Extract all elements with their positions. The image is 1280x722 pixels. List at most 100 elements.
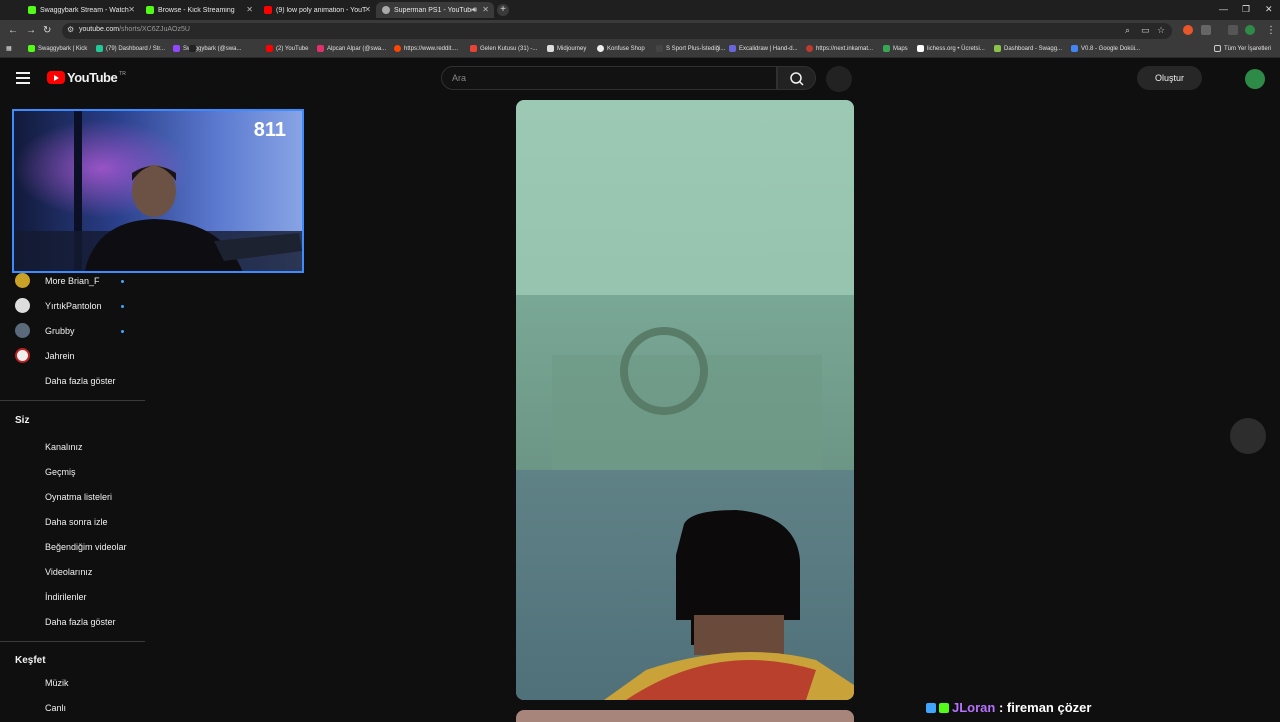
browser-tab[interactable]: Swaggybark Stream - Watch Live ✕ — [22, 2, 140, 18]
kick-icon — [28, 6, 36, 14]
browser-tab[interactable]: Browse - Kick Streaming ✕ — [140, 2, 258, 18]
tab-title: Swaggybark Stream - Watch Live — [40, 6, 130, 14]
bookmark[interactable]: https://next.inkamat... — [806, 45, 873, 52]
bookmark[interactable]: Midjourney — [547, 45, 586, 52]
sidebar-item-live[interactable]: Canlı — [45, 703, 66, 713]
search-button[interactable] — [777, 66, 816, 90]
search-input[interactable]: Ara — [441, 66, 777, 90]
sidebar-section-you[interactable]: Siz — [15, 415, 29, 426]
bookmark-label: (79) Dashboard / Str... — [106, 45, 166, 52]
speaker-icon[interactable]: 🔊︎ — [472, 5, 477, 15]
avatar[interactable] — [1245, 69, 1265, 89]
twitch-icon — [173, 45, 180, 52]
close-icon[interactable]: ✕ — [364, 5, 371, 14]
bookmark-label: Maps — [893, 45, 908, 52]
gmail-icon — [470, 45, 477, 52]
sidebar-item-liked-videos[interactable]: Beğendiğim videolar — [45, 542, 127, 552]
bookmark[interactable]: lichess.org • Ücretsi... — [917, 45, 985, 52]
apps-icon[interactable]: ▦ — [6, 45, 12, 52]
next-short-preview[interactable] — [516, 710, 854, 722]
sidebar-item-subscription[interactable]: YırtıkPantolon — [45, 301, 102, 311]
bookmark[interactable]: V0.8 - Google Doküi... — [1071, 45, 1140, 52]
subscriber-badge-icon — [926, 702, 936, 713]
bookmark[interactable]: Gelen Kutusu (31) -... — [470, 45, 537, 52]
channel-avatar — [15, 348, 30, 363]
globe-icon — [382, 6, 390, 14]
profile-icon[interactable] — [1245, 25, 1255, 35]
bookmark[interactable]: Swaggybark (@swa... — [173, 45, 241, 52]
sidebar-item-subscription[interactable]: More Brian_F — [45, 276, 100, 286]
browser-tab-active[interactable]: Superman PS1 - YouTube 🔊︎ ✕ — [376, 2, 494, 18]
close-icon[interactable]: ✕ — [246, 5, 253, 14]
extensions-puzzle-icon[interactable] — [1201, 25, 1211, 35]
create-button[interactable]: Oluştur — [1137, 66, 1202, 90]
close-icon[interactable]: ✕ — [482, 5, 489, 14]
bookmark[interactable]: (2) YouTube — [189, 45, 199, 52]
excalidraw-icon — [729, 45, 736, 52]
new-tab-button[interactable]: + — [497, 4, 509, 16]
bookmark-label: https://next.inkamat... — [816, 45, 874, 52]
next-video-button[interactable] — [1230, 418, 1266, 454]
back-icon[interactable]: ← — [8, 25, 18, 36]
close-icon[interactable]: ✕ — [128, 5, 135, 14]
bookmark[interactable]: Konfuse Shop — [597, 45, 645, 52]
chat-message: JLoran : fireman çözer — [926, 700, 1091, 715]
sidebar-item-downloads[interactable]: İndirilenler — [45, 592, 87, 602]
dashboard-icon — [96, 45, 103, 52]
address-bar[interactable]: ⚙ youtube.com/shorts/XC6ZJuAOz5U ⌕ ▭ ☆ — [62, 23, 1172, 39]
kick-icon — [28, 45, 35, 52]
bookmark[interactable]: Dashboard - Swagg... — [994, 45, 1062, 52]
sidebar-item-your-videos[interactable]: Videolarınız — [45, 567, 92, 577]
bookmark-label: Alpcan Alpar (@swa... — [327, 45, 387, 52]
bookmark-label: https://www.reddit.... — [404, 45, 459, 52]
sidebar-item-watch-later[interactable]: Daha sonra izle — [45, 517, 108, 527]
sidebar-item-show-more[interactable]: Daha fazla göster — [45, 617, 116, 627]
sidebar-divider — [0, 400, 145, 401]
sidebar-item-music[interactable]: Müzik — [45, 678, 69, 688]
show-more-subscriptions[interactable]: Daha fazla göster — [45, 376, 116, 386]
forward-icon[interactable]: → — [26, 25, 36, 36]
bookmark[interactable]: Maps — [883, 45, 908, 52]
bookmark[interactable]: Excalidraw | Hand-d... — [729, 45, 798, 52]
bookmark-label: S Sport Plus-İstediği... — [666, 45, 726, 52]
browser-toolbar: ← → ↻ ⚙ youtube.com/shorts/XC6ZJuAOz5U ⌕… — [0, 20, 1280, 42]
bookmark[interactable]: Alpcan Alpar (@swa... — [317, 45, 386, 52]
midjourney-icon — [547, 45, 554, 52]
sidebar-item-subscription[interactable]: Grubby — [45, 326, 75, 336]
x-icon — [189, 45, 196, 52]
sidebar-section-explore: Keşfet — [15, 655, 46, 666]
close-window-icon[interactable]: ✕ — [1265, 4, 1273, 15]
restore-icon[interactable]: ❐ — [1242, 4, 1250, 15]
sidebar-item-history[interactable]: Geçmiş — [45, 467, 76, 477]
reload-icon[interactable]: ↻ — [43, 25, 51, 36]
youtube-logo[interactable]: YouTube TR — [47, 70, 126, 85]
sidebar-item-playlists[interactable]: Oynatma listeleri — [45, 492, 112, 502]
extension-icon[interactable] — [1183, 25, 1193, 35]
sidebar-item-subscription[interactable]: Jahrein — [45, 351, 75, 361]
bookmark[interactable]: Swaggybark | Kick — [28, 45, 87, 52]
channel-avatar — [15, 323, 30, 338]
voice-search-button[interactable] — [826, 66, 852, 92]
url-text: youtube.com/shorts/XC6ZJuAOz5U — [79, 26, 190, 33]
inkamat-icon — [806, 45, 813, 52]
bookmark-star-icon[interactable]: ☆ — [1157, 25, 1165, 36]
site-info-icon[interactable]: ⚙ — [67, 25, 74, 34]
lichess-icon — [917, 45, 924, 52]
bookmarks-bar: ▦ Swaggybark | Kick (79) Dashboard / Str… — [0, 42, 1280, 58]
sidebar-item-your-channel[interactable]: Kanalınız — [45, 442, 83, 452]
browser-tab[interactable]: (9) low poly animation - YouTube ✕ — [258, 2, 376, 18]
bookmark[interactable]: (79) Dashboard / Str... — [96, 45, 165, 52]
media-icon[interactable] — [1228, 25, 1238, 35]
live-indicator — [121, 330, 124, 333]
bookmark[interactable]: https://www.reddit.... — [394, 45, 458, 52]
zoom-icon[interactable]: ⌕ — [1125, 25, 1130, 36]
minimize-icon[interactable]: — — [1219, 4, 1228, 14]
menu-dots-icon[interactable]: ⋮ — [1266, 25, 1276, 36]
menu-icon[interactable] — [16, 72, 30, 84]
shorts-video-player[interactable] — [516, 100, 854, 700]
bookmark[interactable]: S Sport Plus-İstediği... — [656, 45, 725, 52]
url-path: /shorts/XC6ZJuAOz5U — [119, 26, 190, 33]
cast-icon[interactable]: ▭ — [1141, 25, 1150, 36]
bookmark[interactable]: (2) YouTube — [266, 45, 308, 52]
all-bookmarks[interactable]: Tüm Yer İşaretleri — [1214, 45, 1271, 52]
